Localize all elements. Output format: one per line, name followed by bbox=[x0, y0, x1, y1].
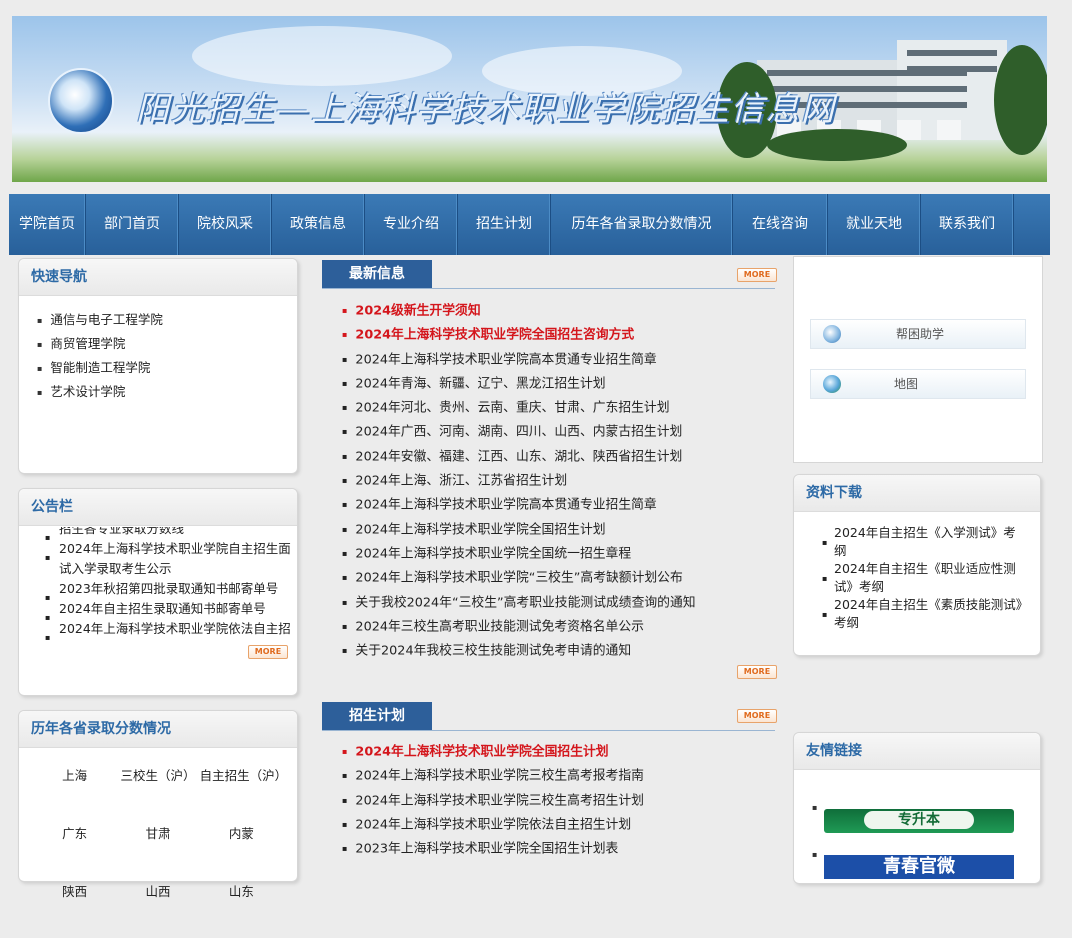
notice-item[interactable]: 2024年上海科学技术职业学院自主招生面试入学录取考生公示 bbox=[45, 539, 295, 579]
nav-majors[interactable]: 专业介绍 bbox=[365, 194, 458, 255]
quick-nav-item[interactable]: 通信与电子工程学院 bbox=[37, 308, 297, 332]
map-label: 地图 bbox=[894, 377, 919, 391]
plan-item[interactable]: 2024年上海科学技术职业学院三校生高考招生计划 bbox=[342, 789, 782, 813]
map-button[interactable]: 地图 bbox=[810, 369, 1026, 399]
quick-nav-item[interactable]: 商贸管理学院 bbox=[37, 332, 297, 356]
plan-item[interactable]: 2024年上海科学技术职业学院全国招生计划 bbox=[342, 740, 782, 764]
plan-title: 招生计划 bbox=[322, 702, 432, 730]
notice-more-button[interactable]: MORE bbox=[248, 645, 288, 659]
financial-aid-button[interactable]: 帮困助学 bbox=[810, 319, 1026, 349]
score-link[interactable]: 自主招生（沪） bbox=[200, 764, 288, 822]
help-panel: 帮困助学 地图 bbox=[793, 256, 1043, 463]
header-banner: 阳光招生—上海科学技术职业学院招生信息网 bbox=[12, 16, 1047, 182]
nav-policy[interactable]: 政策信息 bbox=[272, 194, 365, 255]
score-link[interactable]: 广东 bbox=[33, 822, 116, 880]
plan-item[interactable]: 2023年上海科学技术职业学院全国招生计划表 bbox=[342, 837, 782, 861]
news-more-bottom-button[interactable]: MORE bbox=[737, 665, 777, 679]
nav-department[interactable]: 部门首页 bbox=[86, 194, 179, 255]
bullet-icon: ▪ bbox=[812, 850, 818, 859]
news-item[interactable]: 2024年上海科学技术职业学院高本贯通专业招生简章 bbox=[342, 348, 782, 372]
notice-scroller: 招生各专业录取分数线 2024年上海科学技术职业学院自主招生面试入学录取考生公示… bbox=[45, 527, 295, 642]
news-item[interactable]: 2024级新生开学须知 bbox=[342, 299, 782, 323]
news-item[interactable]: 2024年上海科学技术职业学院全国招生计划 bbox=[342, 518, 782, 542]
college-logo-icon bbox=[48, 68, 114, 134]
nav-contact[interactable]: 联系我们 bbox=[921, 194, 1014, 255]
quick-nav-item[interactable]: 智能制造工程学院 bbox=[37, 356, 297, 380]
score-link[interactable]: 内蒙 bbox=[200, 822, 283, 880]
youth-wechat-link[interactable]: 青春官微 bbox=[824, 855, 1014, 879]
news-item[interactable]: 2024年上海科学技术职业学院全国招生咨询方式 bbox=[342, 323, 782, 347]
score-link[interactable]: 山西 bbox=[116, 880, 199, 938]
nav-consult[interactable]: 在线咨询 bbox=[733, 194, 828, 255]
site-title: 阳光招生—上海科学技术职业学院招生信息网 bbox=[136, 89, 836, 128]
friend-links-box: 友情链接 ▪ 专升本 ▪ 青春官微 bbox=[793, 732, 1041, 884]
news-title: 最新信息 bbox=[322, 260, 432, 288]
score-link[interactable]: 甘肃 bbox=[116, 822, 199, 880]
bullet-icon: ▪ bbox=[812, 803, 818, 812]
quick-nav-box: 快速导航 通信与电子工程学院 商贸管理学院 智能制造工程学院 艺术设计学院 bbox=[18, 258, 298, 474]
news-item[interactable]: 2024年上海、浙江、江苏省招生计划 bbox=[342, 469, 782, 493]
score-link[interactable]: 三校生（沪） bbox=[116, 764, 199, 822]
score-link[interactable]: 陕西 bbox=[33, 880, 116, 938]
quick-nav-title: 快速导航 bbox=[19, 259, 297, 296]
score-link[interactable]: 上海 bbox=[33, 764, 116, 822]
notice-item[interactable]: 2024年上海科学技术职业学院依法自主招生 bbox=[45, 619, 295, 642]
news-item[interactable]: 2024年青海、新疆、辽宁、黑龙江招生计划 bbox=[342, 372, 782, 396]
download-item[interactable]: 2024年自主招生《入学测试》考纲 bbox=[822, 524, 1028, 560]
scores-title: 历年各省录取分数情况 bbox=[19, 711, 297, 748]
news-item[interactable]: 2024年河北、贵州、云南、重庆、甘肃、广东招生计划 bbox=[342, 396, 782, 420]
plan-item[interactable]: 2024年上海科学技术职业学院依法自主招生计划 bbox=[342, 813, 782, 837]
plan-more-button[interactable]: MORE bbox=[737, 709, 777, 723]
nav-scores[interactable]: 历年各省录取分数情况 bbox=[551, 194, 733, 255]
notice-title: 公告栏 bbox=[19, 489, 297, 526]
download-item[interactable]: 2024年自主招生《职业适应性测试》考纲 bbox=[822, 560, 1028, 596]
nav-home[interactable]: 学院首页 bbox=[9, 194, 86, 255]
nav-employment[interactable]: 就业天地 bbox=[828, 194, 921, 255]
download-item[interactable]: 2024年自主招生《素质技能测试》考纲 bbox=[822, 596, 1028, 632]
plan-item[interactable]: 2024年上海科学技术职业学院三校生高考报考指南 bbox=[342, 764, 782, 788]
news-item[interactable]: 2024年三校生高考职业技能测试免考资格名单公示 bbox=[342, 615, 782, 639]
downloads-box: 资料下载 2024年自主招生《入学测试》考纲 2024年自主招生《职业适应性测试… bbox=[793, 474, 1041, 656]
news-item[interactable]: 2024年上海科学技术职业学院“三校生”高考缺额计划公布 bbox=[342, 566, 782, 590]
nav-plan[interactable]: 招生计划 bbox=[458, 194, 551, 255]
news-list: 2024级新生开学须知 2024年上海科学技术职业学院全国招生咨询方式 2024… bbox=[342, 299, 782, 663]
notice-item[interactable]: 招生各专业录取分数线 bbox=[45, 527, 295, 557]
score-link[interactable]: 山东 bbox=[200, 880, 283, 938]
news-item[interactable]: 2024年广西、河南、湖南、四川、山西、内蒙古招生计划 bbox=[342, 420, 782, 444]
plan-list: 2024年上海科学技术职业学院全国招生计划 2024年上海科学技术职业学院三校生… bbox=[342, 740, 782, 861]
financial-aid-label: 帮困助学 bbox=[896, 327, 945, 341]
notice-item[interactable]: 2023年秋招第四批录取通知书邮寄单号 bbox=[45, 579, 295, 617]
news-item[interactable]: 2024年上海科学技术职业学院高本贯通专业招生简章 bbox=[342, 493, 782, 517]
news-item[interactable]: 关于2024年我校三校生技能测试免考申请的通知 bbox=[342, 639, 782, 663]
nav-campus[interactable]: 院校风采 bbox=[179, 194, 272, 255]
quick-nav-item[interactable]: 艺术设计学院 bbox=[37, 380, 297, 404]
downloads-title: 资料下载 bbox=[794, 475, 1040, 512]
help-icon bbox=[823, 325, 841, 343]
main-nav: 学院首页 部门首页 院校风采 政策信息 专业介绍 招生计划 历年各省录取分数情况… bbox=[9, 194, 1050, 255]
news-item[interactable]: 2024年安徽、福建、江西、山东、湖北、陕西省招生计划 bbox=[342, 445, 782, 469]
cloud-decoration bbox=[192, 26, 452, 86]
notice-item[interactable]: 2024年自主招生录取通知书邮寄单号 bbox=[45, 599, 295, 637]
news-more-button[interactable]: MORE bbox=[737, 268, 777, 282]
news-item[interactable]: 关于我校2024年“三校生”高考职业技能测试成绩查询的通知 bbox=[342, 591, 782, 615]
news-header: 最新信息 bbox=[322, 260, 775, 289]
plan-header: 招生计划 bbox=[322, 702, 775, 731]
upgrade-degree-link[interactable]: 专升本 bbox=[824, 809, 1014, 833]
news-item[interactable]: 2024年上海科学技术职业学院全国统一招生章程 bbox=[342, 542, 782, 566]
scores-box: 历年各省录取分数情况 上海 三校生（沪） 自主招生（沪） 广东 甘肃 内蒙 陕西… bbox=[18, 710, 298, 899]
notice-box: 公告栏 招生各专业录取分数线 2024年上海科学技术职业学院自主招生面试入学录取… bbox=[18, 488, 298, 696]
friend-links-title: 友情链接 bbox=[794, 733, 1040, 770]
upgrade-degree-label: 专升本 bbox=[864, 811, 974, 829]
globe-icon bbox=[823, 375, 841, 393]
